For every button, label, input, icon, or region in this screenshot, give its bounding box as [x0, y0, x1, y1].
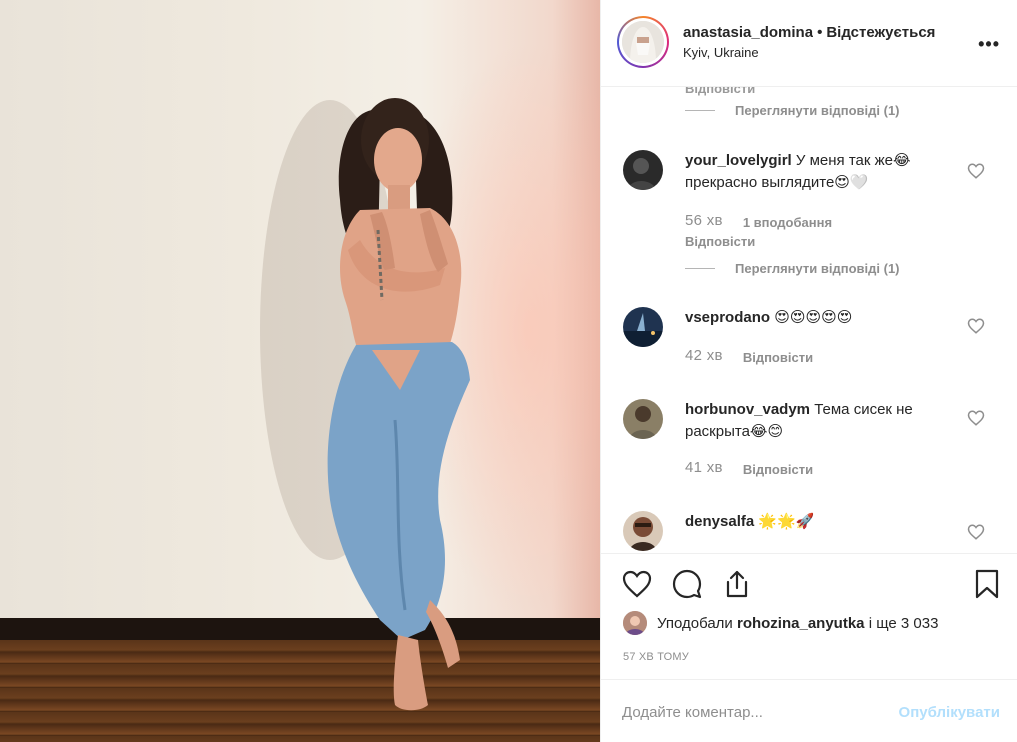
replies-divider-line: [685, 110, 715, 111]
commenter-username[interactable]: your_lovelygirl: [685, 152, 792, 169]
post-location[interactable]: Kyiv, Ukraine: [683, 45, 759, 60]
liker-username[interactable]: rohozina_anyutka: [737, 615, 865, 632]
bookmark-icon[interactable]: [971, 568, 1003, 600]
comment-icon[interactable]: [671, 568, 703, 600]
commenter-avatar[interactable]: [623, 399, 663, 439]
comment-meta: 56 хв 1 вподобання: [685, 212, 832, 234]
commenter-username[interactable]: vseprodano: [685, 309, 770, 326]
likes-summary[interactable]: Уподобали rohozina_anyutka і ще 3 033: [623, 611, 938, 635]
comment-meta: 41 хв Відповісти: [685, 459, 813, 481]
more-icon[interactable]: •••: [978, 34, 1000, 55]
author-avatar[interactable]: [617, 16, 669, 68]
like-comment-heart-icon[interactable]: [967, 523, 985, 541]
comment-body: 😍😍😍😍😍: [774, 309, 853, 326]
model-figure: [260, 98, 470, 711]
view-replies-label: Переглянути відповіді (1): [735, 261, 900, 276]
like-comment-heart-icon[interactable]: [967, 317, 985, 335]
comment-text: denysalfa 🌟🌟🚀: [685, 511, 965, 533]
like-comment-heart-icon[interactable]: [967, 409, 985, 427]
view-replies-link[interactable]: Переглянути відповіді (1): [685, 103, 900, 118]
comments-list[interactable]: Відповісти Переглянути відповіді (1) you…: [601, 87, 1017, 553]
post-actions: [601, 553, 1017, 603]
comment-likes[interactable]: 1 вподобання: [743, 212, 832, 234]
view-replies-link[interactable]: Переглянути відповіді (1): [685, 261, 900, 276]
heart-icon[interactable]: [621, 568, 653, 600]
comment-text: your_lovelygirl У меня так же😂 прекрасно…: [685, 150, 965, 194]
like-comment-heart-icon[interactable]: [967, 162, 985, 180]
comment-text: horbunov_vadym Тема сисек не раскрыта😂😊: [685, 399, 965, 443]
share-icon[interactable]: [721, 568, 753, 600]
comment-meta: 42 хв Відповісти: [685, 347, 813, 369]
separator-dot: •: [817, 24, 823, 41]
comment-text: vseprodano 😍😍😍😍😍: [685, 307, 965, 329]
post-header: anastasia_domina • Відстежується Kyiv, Ukr…: [601, 0, 1017, 87]
post-timestamp[interactable]: 57 ХВ ТОМУ: [623, 651, 689, 663]
liker-avatar[interactable]: [623, 611, 647, 635]
author-username[interactable]: anastasia_domina: [683, 24, 813, 41]
comment-time[interactable]: 41 хв: [685, 459, 723, 481]
commenter-avatar[interactable]: [623, 150, 663, 190]
add-comment-bar: Опублікувати: [601, 679, 1017, 742]
comment-body: 🌟🌟🚀: [758, 513, 815, 530]
view-replies-label: Переглянути відповіді (1): [735, 103, 900, 118]
reply-button[interactable]: Відповісти: [743, 459, 813, 481]
author-line: anastasia_domina • Відстежується: [683, 24, 935, 41]
comment-input[interactable]: [622, 700, 882, 724]
publish-button[interactable]: Опублікувати: [899, 704, 1000, 721]
partial-reply-link[interactable]: Відповісти: [685, 87, 755, 96]
post-photo[interactable]: [0, 0, 600, 742]
commenter-username[interactable]: denysalfa: [685, 513, 754, 530]
likes-suffix[interactable]: і ще 3 033: [869, 615, 939, 632]
commenter-avatar[interactable]: [623, 307, 663, 347]
commenter-avatar[interactable]: [623, 511, 663, 551]
comment-time[interactable]: 42 хв: [685, 347, 723, 369]
comment-time[interactable]: 56 хв: [685, 212, 723, 234]
replies-divider-line: [685, 268, 715, 269]
reply-button[interactable]: Відповісти: [685, 234, 755, 249]
post-side-panel: anastasia_domina • Відстежується Kyiv, Ukr…: [600, 0, 1017, 742]
commenter-username[interactable]: horbunov_vadym: [685, 401, 810, 418]
likes-prefix: Уподобали: [657, 614, 733, 632]
reply-button[interactable]: Відповісти: [743, 347, 813, 369]
follow-status[interactable]: Відстежується: [826, 24, 935, 41]
